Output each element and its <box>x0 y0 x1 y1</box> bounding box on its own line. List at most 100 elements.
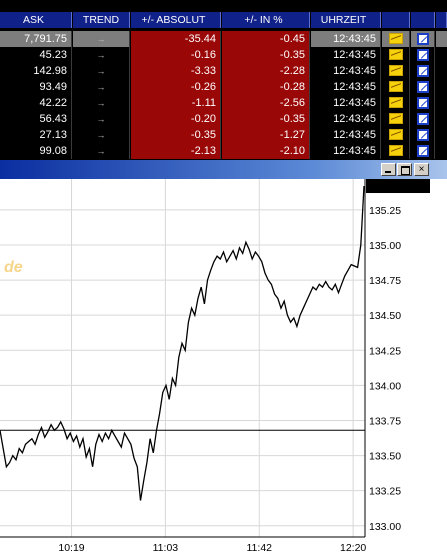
watermark-logo: de <box>4 259 23 276</box>
chart-icon[interactable] <box>382 127 410 143</box>
table-row[interactable]: 93.49 → -0.26 -0.28 12:43:45 <box>0 79 447 96</box>
trend-arrow-icon: → <box>73 31 130 47</box>
column-header-chart <box>382 12 410 28</box>
y-tick-label: 133.00 <box>369 521 401 533</box>
edit-icon[interactable] <box>411 95 435 111</box>
cell-time: 12:43:45 <box>311 47 381 63</box>
row-edge <box>436 47 447 63</box>
window-title-bar[interactable]: × <box>0 160 447 179</box>
trend-arrow-icon: → <box>73 47 130 63</box>
row-edge <box>436 95 447 111</box>
cell-abs-change: -0.26 <box>131 79 221 95</box>
cell-pct-change: -1.27 <box>222 127 310 143</box>
cell-abs-change: -0.16 <box>131 47 221 63</box>
cell-pct-change: -0.35 <box>222 47 310 63</box>
trend-arrow-icon: → <box>73 111 130 127</box>
column-header-ask[interactable]: ASK <box>0 12 72 28</box>
cell-abs-change: -0.35 <box>131 127 221 143</box>
edit-icon[interactable] <box>411 79 435 95</box>
column-header-time[interactable]: UHRZEIT <box>311 12 381 28</box>
table-row[interactable]: 99.08 → -2.13 -2.10 12:43:45 <box>0 143 447 160</box>
cell-ask: 7,791.75 <box>0 31 72 47</box>
row-edge <box>436 127 447 143</box>
cell-ask: 42.22 <box>0 95 72 111</box>
chart-icon[interactable] <box>382 143 410 159</box>
y-tick-label: 134.75 <box>369 275 401 287</box>
edit-icon[interactable] <box>411 47 435 63</box>
trend-arrow-icon: → <box>73 143 130 159</box>
chart-icon[interactable] <box>382 47 410 63</box>
edit-icon[interactable] <box>411 31 435 47</box>
cell-pct-change: -0.45 <box>222 31 310 47</box>
chart-icon[interactable] <box>382 111 410 127</box>
cell-abs-change: -1.11 <box>131 95 221 111</box>
edit-icon[interactable] <box>411 127 435 143</box>
table-row[interactable]: 7,791.75 → -35.44 -0.45 12:43:45 <box>0 31 447 48</box>
cell-time: 12:43:45 <box>311 111 381 127</box>
y-tick-label: 133.50 <box>369 451 401 463</box>
cell-pct-change: -2.28 <box>222 63 310 79</box>
cell-time: 12:43:45 <box>311 127 381 143</box>
column-header-pct[interactable]: +/- IN % <box>222 12 310 28</box>
maximize-button[interactable] <box>397 163 412 176</box>
cell-abs-change: -35.44 <box>131 31 221 47</box>
row-edge <box>436 31 447 47</box>
cell-ask: 93.49 <box>0 79 72 95</box>
column-header-edit <box>411 12 435 28</box>
column-header-abs[interactable]: +/- ABSOLUT <box>131 12 221 28</box>
chart-icon[interactable] <box>382 31 410 47</box>
cell-ask: 27.13 <box>0 127 72 143</box>
cell-time: 12:43:45 <box>311 63 381 79</box>
price-chart[interactable]: 135.25 135.00 134.75 134.50 134.25 134.00 133.… <box>0 179 447 558</box>
trend-arrow-icon: → <box>73 127 130 143</box>
y-tick-label: 134.00 <box>369 380 401 392</box>
row-edge <box>436 63 447 79</box>
row-edge <box>436 143 447 159</box>
table-row[interactable]: 45.23 → -0.16 -0.35 12:43:45 <box>0 47 447 64</box>
y-tick-label: 135.25 <box>369 205 401 217</box>
y-tick-label: 134.25 <box>369 345 401 357</box>
trend-arrow-icon: → <box>73 79 130 95</box>
cell-abs-change: -3.33 <box>131 63 221 79</box>
cell-pct-change: -2.10 <box>222 143 310 159</box>
trend-arrow-icon: → <box>73 95 130 111</box>
plot-background <box>0 179 447 558</box>
chart-window: × 135.25 135.00 134.75 134.50 134.25 134.00 13… <box>0 160 447 558</box>
table-row[interactable]: 56.43 → -0.20 -0.35 12:43:45 <box>0 111 447 128</box>
x-tick-label: 11:42 <box>247 542 273 554</box>
cell-pct-change: -2.56 <box>222 95 310 111</box>
x-tick-label: 10:19 <box>58 542 84 554</box>
cell-time: 12:43:45 <box>311 31 381 47</box>
edit-icon[interactable] <box>411 111 435 127</box>
cell-pct-change: -0.28 <box>222 79 310 95</box>
y-tick-label: 135.00 <box>369 240 401 252</box>
close-button[interactable]: × <box>414 163 429 176</box>
x-tick-label: 11:03 <box>153 542 179 554</box>
cell-ask: 56.43 <box>0 111 72 127</box>
edit-icon[interactable] <box>411 63 435 79</box>
last-price-label: 135.42 <box>370 181 402 193</box>
table-row[interactable]: 142.98 → -3.33 -2.28 12:43:45 <box>0 63 447 80</box>
table-row[interactable]: 27.13 → -0.35 -1.27 12:43:45 <box>0 127 447 144</box>
edit-icon[interactable] <box>411 143 435 159</box>
table-row[interactable]: 42.22 → -1.11 -2.56 12:43:45 <box>0 95 447 112</box>
row-edge <box>436 111 447 127</box>
chart-icon[interactable] <box>382 95 410 111</box>
trend-arrow-icon: → <box>73 63 130 79</box>
y-tick-label: 133.75 <box>369 415 401 427</box>
cell-ask: 45.23 <box>0 47 72 63</box>
y-tick-label: 134.50 <box>369 310 401 322</box>
chart-icon[interactable] <box>382 63 410 79</box>
y-tick-label: 133.25 <box>369 486 401 498</box>
cell-ask: 142.98 <box>0 63 72 79</box>
minimize-button[interactable] <box>381 163 396 176</box>
quote-table: ASK TREND +/- ABSOLUT +/- IN % UHRZEIT 7… <box>0 0 447 160</box>
cell-ask: 99.08 <box>0 143 72 159</box>
column-header-trend[interactable]: TREND <box>73 12 130 28</box>
row-edge <box>436 79 447 95</box>
cell-time: 12:43:45 <box>311 95 381 111</box>
cell-abs-change: -2.13 <box>131 143 221 159</box>
x-tick-label: 12:20 <box>340 542 366 554</box>
column-header-edge <box>436 12 447 28</box>
chart-icon[interactable] <box>382 79 410 95</box>
